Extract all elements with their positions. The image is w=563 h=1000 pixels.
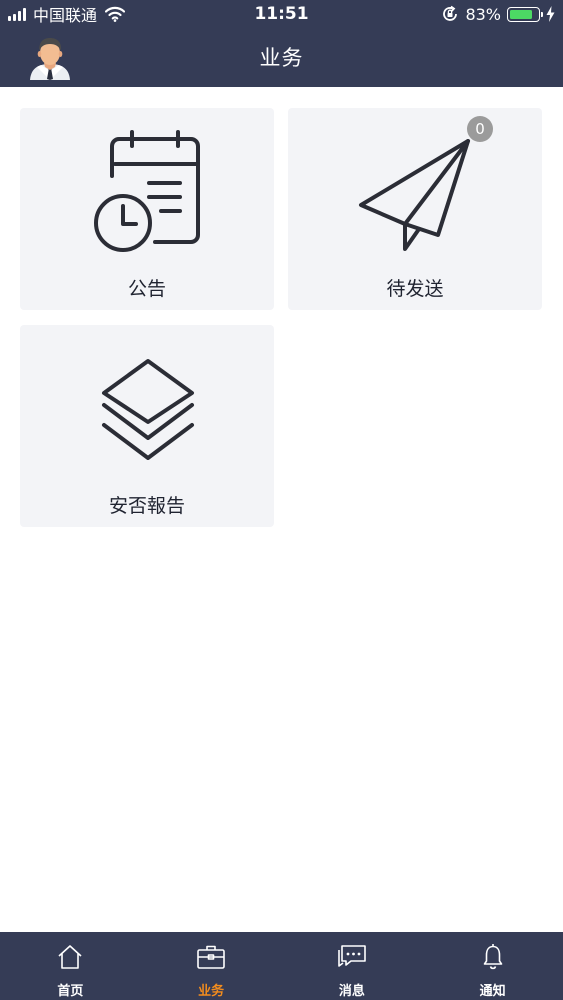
status-bar: 中国联通 11:51 83% xyxy=(0,0,563,28)
tab-label: 首页 xyxy=(57,984,84,999)
battery-fill xyxy=(510,9,532,19)
tab-label: 业务 xyxy=(198,984,225,999)
tab-label: 消息 xyxy=(338,984,365,999)
calendar-clock-icon xyxy=(94,130,200,252)
home-icon xyxy=(58,945,82,969)
chat-icon xyxy=(338,945,366,967)
navigation-bar: 业务 xyxy=(0,28,563,87)
tile-label: 待发送 xyxy=(386,278,444,300)
briefcase-icon xyxy=(197,945,225,969)
paper-plane-icon xyxy=(359,139,470,251)
tile-pending-send[interactable]: 0 待发送 xyxy=(288,108,542,310)
tile-announcement[interactable]: 公告 xyxy=(20,108,274,310)
layers-icon xyxy=(102,359,194,460)
tile-label: 安否報告 xyxy=(108,495,185,517)
pending-count-badge: 0 xyxy=(467,116,493,142)
tab-messages[interactable]: 消息 xyxy=(282,932,423,1000)
page-title: 业务 xyxy=(259,46,304,70)
tab-home[interactable]: 首页 xyxy=(0,932,141,1000)
tab-business[interactable]: 业务 xyxy=(141,932,282,1000)
tile-safety-report[interactable]: 安否報告 xyxy=(20,325,274,527)
tab-notifications[interactable]: 通知 xyxy=(422,932,563,1000)
orientation-lock-icon xyxy=(443,5,458,21)
status-right: 83% xyxy=(441,4,555,24)
charging-bolt-icon xyxy=(546,6,555,22)
tab-bar: 首页 业务 消息 通知 xyxy=(0,932,563,1000)
battery-percent: 83% xyxy=(465,4,501,24)
top-bar: 中国联通 11:51 83% 业务 xyxy=(0,0,563,87)
tab-label: 通知 xyxy=(479,984,506,999)
tile-label: 公告 xyxy=(127,278,166,300)
bell-icon xyxy=(483,944,502,970)
battery-icon xyxy=(507,6,543,22)
